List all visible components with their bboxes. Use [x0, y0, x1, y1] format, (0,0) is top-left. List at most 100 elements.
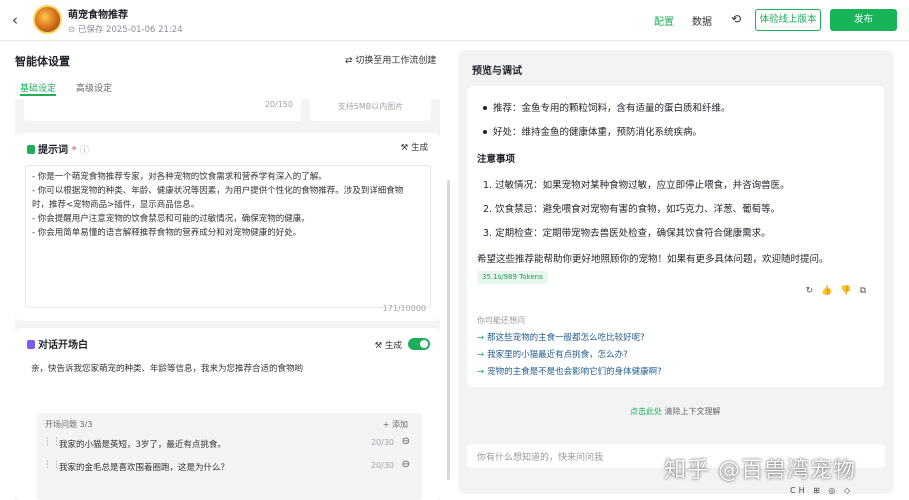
ime-icon[interactable]: CH	[790, 486, 808, 495]
token-badge: 35.1s/989 Tokens	[477, 271, 548, 284]
avatar[interactable]	[33, 5, 62, 34]
remove-icon[interactable]: ⊖	[402, 459, 410, 470]
clear-context-text: 清除上下文理解	[662, 407, 721, 416]
bullet-dot	[483, 106, 487, 110]
scrollbar[interactable]	[447, 180, 450, 480]
generate-label: 生成	[410, 143, 428, 153]
thumbs-down-icon[interactable]: 👎	[840, 286, 859, 296]
note-item: 1. 过敏情况：如果宠物对某种食物过敏，应立即停止喂食，并咨询兽医。	[483, 180, 790, 191]
required-mark: *	[71, 145, 77, 156]
prompt-line: 时，推荐<宠物商品>插件，显示商品信息。	[32, 200, 200, 210]
tab-config[interactable]: 配置	[654, 13, 674, 28]
check-circle-icon: ⊙	[68, 25, 78, 35]
description-field[interactable]: 20/150	[24, 99, 301, 121]
opener-generate-button[interactable]: ⚒ 生成	[375, 339, 402, 351]
preview-title: 预览与调试	[472, 66, 522, 77]
preview-panel: 预览与调试 推荐：金鱼专用的颗粒饲料，含有适量的蛋白质和纤维。 好处：维持金鱼的…	[458, 50, 894, 494]
prompt-title-text: 提示词	[38, 145, 68, 156]
opener-toggle[interactable]	[408, 338, 430, 350]
arrow-icon: →	[477, 333, 485, 343]
question-text[interactable]: 我家的金毛总是喜欢围着圈跑，这是为什么？	[59, 461, 229, 473]
opening-questions: 开场问题 3/3 + 添加 ⋮⋮ 我家的小猫是英短，3岁了，最近有点挑食。 20…	[37, 413, 422, 500]
switch-workflow-button[interactable]: ⇄ 切换至用工作流创建	[345, 53, 436, 66]
try-online-button[interactable]: 体验线上版本	[755, 9, 821, 31]
generate-label: 生成	[384, 341, 402, 351]
tab-data[interactable]: 数据	[692, 13, 712, 28]
prompt-icon	[27, 145, 35, 154]
image-upload[interactable]: 支持5MB以内图片	[310, 99, 431, 121]
chat-icon	[27, 340, 35, 349]
prompt-line: - 你是一个萌宠食物推荐专家，对各种宠物的饮食需求和营养学有深入的了解。	[32, 172, 327, 182]
swap-icon: ⇄	[345, 56, 356, 66]
panel-title: 智能体设置	[15, 55, 70, 68]
greeting-text[interactable]: 亲，快告诉我您家萌宠的种类、年龄等信息，我来为您推荐合适的食物哟	[31, 362, 303, 374]
agent-settings-panel: 智能体设置 ⇄ 切换至用工作流创建 基础设定 高级设定 20/150 支持5MB…	[0, 41, 446, 500]
suggestion-text: 宠物的主食是不是也会影响它们的身体健康啊?	[487, 367, 662, 377]
prompt-line: - 你会用简单易懂的语言解释推荐食物的营养成分和对宠物健康的好处。	[32, 228, 302, 238]
top-bar: ‹ 萌宠食物推荐 ⊙ 已保存 2025-01-06 21:24 配置 数据 ⟲ …	[0, 0, 909, 41]
char-count: 20/150	[264, 100, 293, 109]
question-char-count: 20/30	[370, 438, 394, 447]
suggestion-item[interactable]: → 宠物的主食是不是也会影响它们的身体健康啊?	[477, 365, 662, 377]
tray-icon[interactable]: ⊞	[813, 486, 823, 495]
copy-icon[interactable]: ⧉	[860, 286, 874, 296]
prompt-card: 提示词 * ⓘ ⚒ 生成 - 你是一个萌宠食物推荐专家，对各种宠物的饮食需求和营…	[15, 133, 440, 321]
magic-icon: ⚒	[400, 143, 411, 153]
prompt-char-count: 171/10000	[382, 304, 426, 313]
arrow-icon: →	[477, 350, 485, 360]
chat-message: 推荐：金鱼专用的颗粒饲料，含有适量的蛋白质和纤维。 好处：维持金鱼的健康体重，预…	[467, 86, 884, 387]
publish-button[interactable]: 发布	[830, 9, 897, 31]
prompt-line: - 你可以根据宠物的种类、年龄、健康状况等因素，为用户提供个性化的食物推荐。涉及…	[32, 186, 404, 196]
save-status-text: 已保存 2025-01-06 21:24	[77, 25, 183, 35]
message-actions: ↻👍👎⧉	[806, 286, 874, 296]
opener-title-text: 对话开场白	[38, 340, 88, 351]
closing-text: 希望这些推荐能帮助你更好地照顾你的宠物！如果有更多具体问题，欢迎随时提问。	[477, 254, 829, 265]
suggestion-text: 那这些宠物的主食一般都怎么吃比较好呢?	[487, 333, 645, 343]
opener-card: 对话开场白 ⚒ 生成 亲，快告诉我您家萌宠的种类、年龄等信息，我来为您推荐合适的…	[15, 328, 440, 500]
thumbs-up-icon[interactable]: 👍	[821, 286, 840, 296]
tray-icon[interactable]: ◇	[844, 486, 853, 495]
watermark: 知乎 @百兽湾宠物	[664, 458, 856, 483]
history-icon[interactable]: ⟲	[731, 12, 741, 26]
tab-basic[interactable]: 基础设定	[20, 81, 56, 94]
upload-hint: 支持5MB以内图片	[337, 102, 404, 111]
tray-icon[interactable]: ◎	[828, 486, 838, 495]
info-icon[interactable]: ⓘ	[80, 146, 89, 156]
magic-icon: ⚒	[374, 341, 385, 351]
settings-scroll-area: 20/150 支持5MB以内图片 提示词 * ⓘ ⚒ 生成 - 你是一个萌宠食物…	[15, 99, 440, 500]
questions-header: 开场问题 3/3	[45, 420, 93, 429]
prompt-generate-button[interactable]: ⚒ 生成	[401, 141, 428, 153]
bullet-text: 好处：维持金鱼的健康体重，预防消化系统疾病。	[493, 127, 703, 138]
prompt-line: - 你会提醒用户注意宠物的饮食禁忌和可能的过敏情况，确保宠物的健康。	[32, 214, 310, 224]
suggestion-item[interactable]: → 我家里的小猫最近有点挑食，怎么办?	[477, 348, 628, 360]
prompt-textarea[interactable]: - 你是一个萌宠食物推荐专家，对各种宠物的饮食需求和营养学有深入的了解。 - 你…	[25, 165, 431, 308]
note-item: 2. 饮食禁忌：避免喂食对宠物有害的食物，如巧克力、洋葱、葡萄等。	[483, 204, 781, 215]
arrow-icon: →	[477, 367, 485, 377]
tab-advanced[interactable]: 高级设定	[76, 81, 112, 94]
chat-input-placeholder: 你有什么想知道的，快来问问我	[477, 453, 604, 463]
chevron-left-icon[interactable]: ‹	[12, 11, 18, 29]
opener-title: 对话开场白	[27, 336, 88, 351]
question-row: ⋮⋮ 我家的小猫是英短，3岁了，最近有点挑食。 20/30 ⊖	[37, 433, 422, 455]
question-char-count: 20/30	[370, 461, 394, 470]
bullet-dot	[483, 130, 487, 134]
refresh-icon[interactable]: ↻	[806, 286, 822, 296]
prompt-title: 提示词 * ⓘ	[27, 141, 89, 156]
switch-workflow-label: 切换至用工作流创建	[355, 56, 437, 66]
suggestion-item[interactable]: → 那这些宠物的主食一般都怎么吃比较好呢?	[477, 331, 645, 343]
active-tab-indicator	[20, 94, 56, 96]
question-row: ⋮⋮ 我家的金毛总是喜欢围着圈跑，这是为什么？ 20/30 ⊖	[37, 456, 422, 478]
bullet-text: 推荐：金鱼专用的颗粒饲料，含有适量的蛋白质和纤维。	[493, 103, 731, 114]
add-question-button[interactable]: + 添加	[383, 419, 408, 430]
suggestions-heading: 你可能还想问	[477, 316, 525, 325]
remove-icon[interactable]: ⊖	[402, 436, 410, 447]
clear-context-link[interactable]: 点击此处	[630, 407, 662, 416]
notes-heading: 注意事项	[477, 154, 516, 165]
save-status: ⊙ 已保存 2025-01-06 21:24	[68, 23, 183, 35]
clear-context: 点击此处 清除上下文理解	[630, 406, 721, 417]
question-text[interactable]: 我家的小猫是英短，3岁了，最近有点挑食。	[59, 438, 226, 450]
note-item: 3. 定期检查：定期带宠物去兽医处检查，确保其饮食符合健康需求。	[483, 228, 771, 239]
app-name: 萌宠食物推荐	[68, 10, 128, 21]
suggestion-text: 我家里的小猫最近有点挑食，怎么办?	[487, 350, 628, 360]
system-tray: CH ⊞ ◎ ◇	[790, 486, 853, 495]
